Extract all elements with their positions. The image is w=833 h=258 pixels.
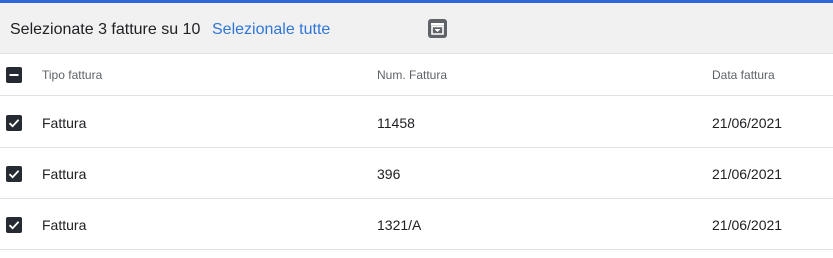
column-header-num-fattura[interactable]: Num. Fattura bbox=[377, 68, 447, 82]
column-header-data-fattura[interactable]: Data fattura bbox=[712, 68, 775, 82]
invoice-number-cell: 11458 bbox=[377, 115, 415, 131]
invoice-date-cell: 21/06/2021 bbox=[712, 115, 783, 131]
invoice-date-cell: 21/06/2021 bbox=[712, 166, 783, 182]
table-row[interactable]: Fattura 11458 21/06/2021 bbox=[0, 97, 833, 148]
archive-download-icon[interactable] bbox=[428, 19, 447, 38]
invoice-date-cell: 21/06/2021 bbox=[712, 217, 783, 233]
row-checkbox[interactable] bbox=[6, 166, 22, 182]
invoice-type-cell: Fattura bbox=[42, 217, 87, 233]
invoice-number-cell: 1321/A bbox=[377, 217, 422, 233]
row-checkbox[interactable] bbox=[6, 217, 22, 233]
table-row[interactable]: Fattura 396 21/06/2021 bbox=[0, 148, 833, 199]
table-row[interactable]: Fattura 1321/A 21/06/2021 bbox=[0, 199, 833, 250]
select-all-checkbox[interactable] bbox=[6, 67, 22, 83]
invoice-type-cell: Fattura bbox=[42, 115, 87, 131]
invoice-type-cell: Fattura bbox=[42, 166, 87, 182]
table-header-row: Tipo fattura Num. Fattura Data fattura bbox=[0, 54, 833, 96]
selection-toolbar: Selezionate 3 fatture su 10 Selezionale … bbox=[0, 3, 833, 54]
select-all-link[interactable]: Selezionale tutte bbox=[212, 21, 330, 39]
column-header-tipo-fattura[interactable]: Tipo fattura bbox=[42, 68, 102, 82]
row-checkbox[interactable] bbox=[6, 115, 22, 131]
invoice-number-cell: 396 bbox=[377, 166, 401, 182]
selection-count-text: Selezionate 3 fatture su 10 bbox=[10, 21, 201, 38]
